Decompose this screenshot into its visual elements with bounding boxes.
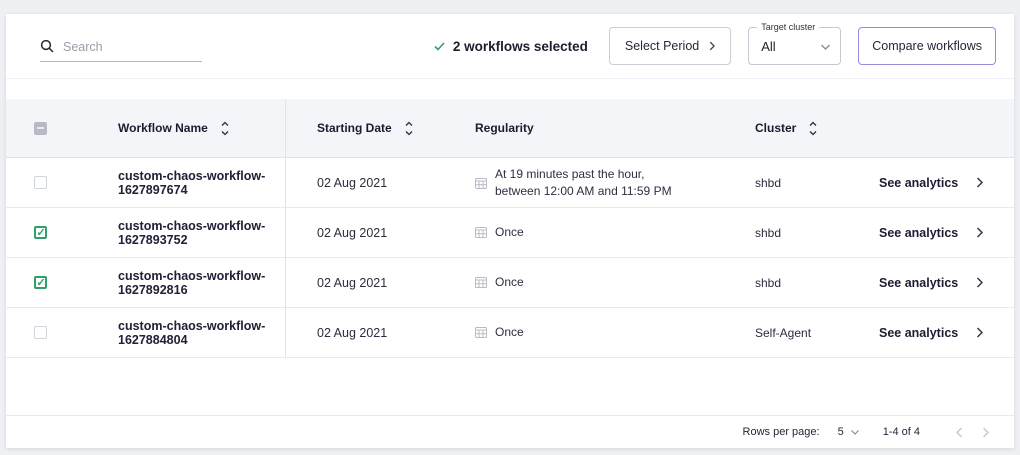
sort-asc-icon <box>808 121 818 126</box>
starting-date: 02 Aug 2021 <box>317 326 387 340</box>
chevron-right-icon <box>976 227 983 238</box>
workflow-name: custom-chaos-workflow-1627897674 <box>62 169 285 197</box>
cluster-name: Self-Agent <box>755 326 811 340</box>
table-row: custom-chaos-workflow-1627897674 02 Aug … <box>6 158 1014 208</box>
see-analytics-link[interactable]: See analytics <box>879 326 983 340</box>
workflow-comparison-page: 2 workflows selected Select Period Targe… <box>0 0 1020 455</box>
calendar-icon <box>475 276 487 288</box>
workflows-table-card: 2 workflows selected Select Period Targe… <box>6 14 1014 448</box>
sort-desc-icon <box>220 131 230 136</box>
target-cluster-label: Target cluster <box>757 22 819 32</box>
regularity-text: Once <box>495 274 524 291</box>
header-starting-date: Starting Date <box>286 121 461 136</box>
pagination-range: 1-4 of 4 <box>883 426 920 438</box>
row-checkbox[interactable] <box>34 176 47 189</box>
regularity-text: Once <box>495 224 524 241</box>
chevron-right-icon <box>709 41 715 51</box>
toolbar-table-gap <box>6 79 1014 99</box>
sort-cluster[interactable] <box>808 121 818 136</box>
header-cluster-label: Cluster <box>755 121 796 135</box>
row-checkbox[interactable] <box>34 276 47 289</box>
header-starting-date-label: Starting Date <box>317 121 392 135</box>
table-toolbar: 2 workflows selected Select Period Targe… <box>6 14 1014 79</box>
sort-asc-icon <box>404 121 414 126</box>
header-regularity-label: Regularity <box>475 121 534 135</box>
compare-workflows-label: Compare workflows <box>872 39 982 53</box>
header-workflow-name-label: Workflow Name <box>118 121 208 135</box>
search-field[interactable] <box>40 39 202 62</box>
select-period-label: Select Period <box>625 39 699 53</box>
compare-workflows-button[interactable]: Compare workflows <box>858 27 996 65</box>
chevron-right-icon <box>976 277 983 288</box>
starting-date: 02 Aug 2021 <box>317 276 387 290</box>
chevron-right-icon <box>976 327 983 338</box>
header-workflow-name: Workflow Name <box>62 99 286 157</box>
see-analytics-label: See analytics <box>879 226 958 240</box>
calendar-icon <box>475 226 487 238</box>
see-analytics-link[interactable]: See analytics <box>879 226 983 240</box>
cluster-name: shbd <box>755 276 781 290</box>
sort-desc-icon <box>404 131 414 136</box>
rows-per-page-label: Rows per page: <box>743 426 820 438</box>
see-analytics-link[interactable]: See analytics <box>879 176 983 190</box>
cluster-name: shbd <box>755 176 781 190</box>
table-pagination-footer: Rows per page: 5 1-4 of 4 <box>6 415 1014 448</box>
row-checkbox[interactable] <box>34 226 47 239</box>
header-checkbox-cell <box>6 122 62 135</box>
rows-per-page-select[interactable]: 5 <box>838 426 859 438</box>
sort-desc-icon <box>808 131 818 136</box>
calendar-icon <box>475 326 487 338</box>
header-regularity: Regularity <box>461 121 741 135</box>
check-icon <box>434 42 445 51</box>
toolbar-actions: 2 workflows selected Select Period Targe… <box>434 27 996 65</box>
previous-page-button[interactable] <box>946 427 972 438</box>
sort-workflow-name[interactable] <box>220 121 230 136</box>
chevron-right-icon <box>982 427 989 438</box>
select-period-button[interactable]: Select Period <box>609 27 731 65</box>
cluster-name: shbd <box>755 226 781 240</box>
starting-date: 02 Aug 2021 <box>317 226 387 240</box>
sort-starting-date[interactable] <box>404 121 414 136</box>
header-cluster: Cluster <box>741 121 871 136</box>
search-input[interactable] <box>63 40 183 54</box>
chevron-right-icon <box>976 177 983 188</box>
target-cluster-select[interactable]: Target cluster All <box>748 27 841 65</box>
workflow-name: custom-chaos-workflow-1627892816 <box>62 269 285 297</box>
select-all-checkbox[interactable] <box>34 122 47 135</box>
starting-date: 02 Aug 2021 <box>317 176 387 190</box>
see-analytics-label: See analytics <box>879 176 958 190</box>
row-checkbox[interactable] <box>34 326 47 339</box>
next-page-button[interactable] <box>972 427 998 438</box>
selection-status-text: 2 workflows selected <box>453 39 588 54</box>
regularity-text: At 19 minutes past the hour, between 12:… <box>495 166 683 200</box>
rows-per-page-value: 5 <box>838 426 844 438</box>
calendar-icon <box>475 177 487 189</box>
table-header-row: Workflow Name Starting Date Reg <box>6 99 1014 158</box>
table-row: custom-chaos-workflow-1627892816 02 Aug … <box>6 258 1014 308</box>
chevron-down-icon <box>821 44 830 50</box>
table-row: custom-chaos-workflow-1627884804 02 Aug … <box>6 308 1014 358</box>
see-analytics-label: See analytics <box>879 326 958 340</box>
workflow-name: custom-chaos-workflow-1627884804 <box>62 319 285 347</box>
table-row: custom-chaos-workflow-1627893752 02 Aug … <box>6 208 1014 258</box>
selection-status: 2 workflows selected <box>434 39 588 54</box>
see-analytics-link[interactable]: See analytics <box>879 276 983 290</box>
see-analytics-label: See analytics <box>879 276 958 290</box>
regularity-text: Once <box>495 324 524 341</box>
table-empty-space <box>6 358 1014 415</box>
target-cluster-value: All <box>761 39 775 54</box>
chevron-left-icon <box>956 427 963 438</box>
workflow-name: custom-chaos-workflow-1627893752 <box>62 219 285 247</box>
sort-asc-icon <box>220 121 230 126</box>
search-icon <box>40 39 54 53</box>
chevron-down-icon <box>851 430 859 435</box>
